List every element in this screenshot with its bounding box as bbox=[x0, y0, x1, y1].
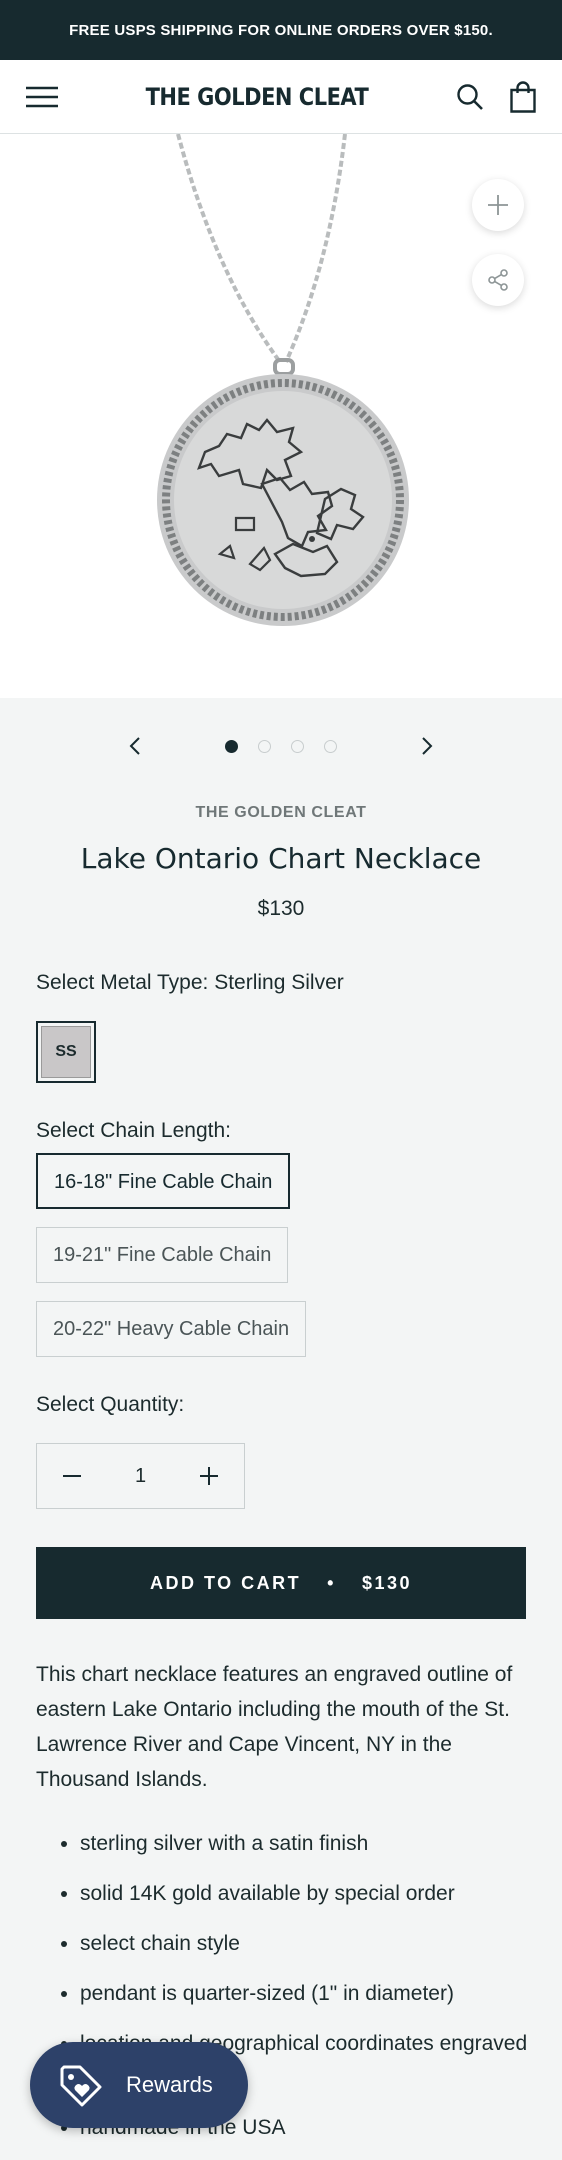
product-options: Select Metal Type: Sterling Silver SS Se… bbox=[0, 971, 562, 1509]
site-header: THE GOLDEN CLEAT bbox=[0, 60, 562, 134]
chain-option[interactable]: 16-18" Fine Cable Chain bbox=[36, 1153, 291, 1209]
site-logo[interactable]: THE GOLDEN CLEAT bbox=[146, 83, 369, 111]
add-to-cart-button[interactable]: ADD TO CART • $130 bbox=[36, 1547, 526, 1619]
add-to-cart-label: ADD TO CART bbox=[149, 1572, 302, 1593]
metal-type-label: Select Metal Type: Sterling Silver bbox=[36, 971, 344, 994]
chain-option[interactable]: 20-22" Heavy Cable Chain bbox=[36, 1301, 307, 1357]
cart-icon[interactable] bbox=[510, 80, 536, 113]
rewards-label: Rewards bbox=[126, 2072, 213, 2097]
share-icon bbox=[488, 269, 508, 291]
rewards-launcher-button[interactable]: Rewards bbox=[30, 2042, 248, 2128]
decrease-quantity-button[interactable] bbox=[63, 1467, 81, 1485]
product-vendor[interactable]: THE GOLDEN CLEAT bbox=[0, 804, 562, 822]
slide-dot[interactable] bbox=[324, 739, 337, 753]
plus-icon bbox=[200, 1467, 218, 1485]
slide-dots bbox=[225, 739, 337, 753]
metal-swatch-sterling-silver[interactable]: SS bbox=[36, 1021, 96, 1083]
feature-item: sterling silver with a satin finish bbox=[80, 1827, 532, 1861]
search-icon[interactable] bbox=[456, 83, 484, 111]
increase-quantity-button[interactable] bbox=[200, 1467, 218, 1485]
zoom-button[interactable] bbox=[472, 179, 524, 231]
add-to-cart-price: $130 bbox=[361, 1572, 413, 1593]
previous-slide-button[interactable] bbox=[115, 726, 155, 766]
feature-item: select chain style bbox=[80, 1927, 532, 1961]
slide-dot[interactable] bbox=[258, 739, 271, 753]
metal-swatch-label: SS bbox=[41, 1026, 91, 1078]
product-description: This chart necklace features an engraved… bbox=[36, 1663, 513, 1791]
chain-option[interactable]: 19-21" Fine Cable Chain bbox=[36, 1227, 289, 1283]
minus-icon bbox=[63, 1475, 81, 1477]
share-button[interactable] bbox=[472, 254, 524, 306]
announcement-text: FREE USPS SHIPPING FOR ONLINE ORDERS OVE… bbox=[69, 21, 493, 39]
chevron-left-icon bbox=[129, 737, 140, 755]
next-slide-button[interactable] bbox=[407, 726, 447, 766]
announcement-bar: FREE USPS SHIPPING FOR ONLINE ORDERS OVE… bbox=[0, 0, 562, 60]
gallery-nav bbox=[0, 698, 562, 794]
quantity-stepper: 1 bbox=[36, 1443, 245, 1509]
product-title: Lake Ontario Chart Necklace bbox=[80, 842, 482, 875]
feature-item: solid 14K gold available by special orde… bbox=[80, 1877, 532, 1911]
slide-dot[interactable] bbox=[225, 739, 238, 753]
feature-item: pendant is quarter-sized (1" in diameter… bbox=[80, 1977, 532, 2011]
slide-dot[interactable] bbox=[291, 739, 304, 753]
rewards-tag-icon bbox=[60, 2065, 102, 2107]
quantity-label: Select Quantity: bbox=[36, 1393, 185, 1416]
chevron-right-icon bbox=[422, 737, 433, 755]
menu-icon[interactable] bbox=[26, 86, 58, 108]
add-to-cart-separator: • bbox=[327, 1572, 336, 1593]
product-price: $130 bbox=[257, 897, 305, 920]
quantity-value[interactable]: 1 bbox=[135, 1465, 146, 1488]
plus-icon bbox=[488, 195, 508, 215]
product-gallery[interactable] bbox=[0, 134, 562, 698]
